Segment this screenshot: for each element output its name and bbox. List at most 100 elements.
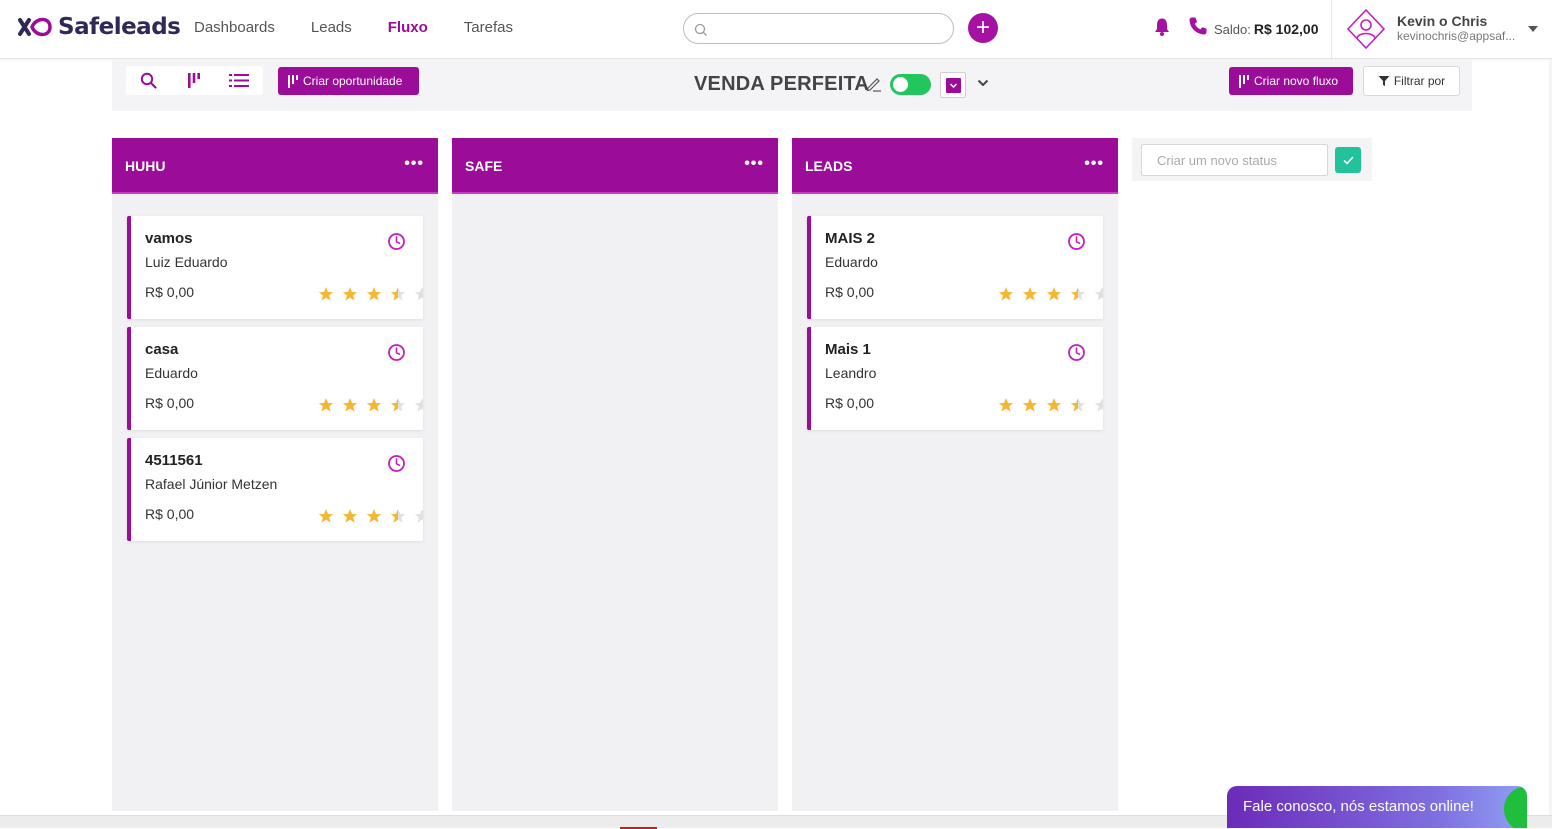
column-menu-button[interactable]: ••• bbox=[404, 155, 424, 173]
rating-stars[interactable] bbox=[998, 397, 1103, 413]
star-icon[interactable] bbox=[342, 286, 358, 302]
card-value: R$ 0,00 bbox=[825, 284, 875, 300]
search-icon bbox=[694, 23, 707, 36]
rating-stars[interactable] bbox=[998, 286, 1103, 302]
kanban-icon bbox=[1239, 74, 1249, 88]
filter-icon bbox=[1378, 76, 1390, 86]
clock-icon[interactable] bbox=[387, 232, 406, 251]
card-contact: Leandro bbox=[825, 365, 877, 381]
search-input[interactable] bbox=[683, 13, 954, 44]
user-name[interactable]: Kevin o Chris bbox=[1397, 13, 1487, 29]
rating-stars[interactable] bbox=[318, 397, 423, 413]
nav-item-fluxo[interactable]: Fluxo bbox=[388, 19, 428, 36]
main-nav: Dashboards Leads Fluxo Tarefas bbox=[194, 19, 549, 36]
star-icon[interactable] bbox=[366, 397, 382, 413]
rating-stars[interactable] bbox=[318, 508, 423, 524]
balance-label: Saldo: bbox=[1214, 22, 1251, 37]
column-menu-button[interactable]: ••• bbox=[744, 155, 764, 173]
card-contact: Rafael Júnior Metzen bbox=[145, 476, 278, 492]
star-icon[interactable] bbox=[998, 286, 1014, 302]
star-icon[interactable] bbox=[342, 397, 358, 413]
card-contact: Luiz Eduardo bbox=[145, 254, 228, 270]
star-icon[interactable] bbox=[366, 286, 382, 302]
check-icon bbox=[1342, 155, 1354, 165]
column-header: HUHU ••• bbox=[112, 138, 438, 194]
chat-widget[interactable]: Fale conosco, nós estamos online! bbox=[1227, 786, 1527, 828]
clock-icon[interactable] bbox=[1067, 232, 1086, 251]
flow-active-toggle[interactable] bbox=[890, 74, 931, 95]
star-icon[interactable] bbox=[390, 286, 406, 302]
card-title: MAIS 2 bbox=[825, 230, 876, 247]
star-icon[interactable] bbox=[390, 397, 406, 413]
color-picker[interactable] bbox=[940, 72, 966, 98]
star-icon[interactable] bbox=[1070, 286, 1086, 302]
rating-stars[interactable] bbox=[318, 286, 423, 302]
star-icon[interactable] bbox=[1046, 286, 1062, 302]
opportunity-card[interactable]: 4511561 Rafael Júnior Metzen R$ 0,00 bbox=[127, 438, 423, 541]
star-icon[interactable] bbox=[318, 508, 334, 524]
card-contact: Eduardo bbox=[145, 365, 198, 381]
chevron-down-icon[interactable] bbox=[1528, 26, 1538, 32]
opportunity-card[interactable]: casa Eduardo R$ 0,00 bbox=[127, 327, 423, 430]
card-value: R$ 0,00 bbox=[145, 506, 195, 522]
list-icon bbox=[228, 74, 249, 87]
brand-logo[interactable]: Safeleads bbox=[16, 12, 181, 42]
kanban-view-button[interactable] bbox=[171, 66, 216, 95]
star-icon[interactable] bbox=[414, 508, 423, 524]
chat-label: Fale conosco, nós estamos online! bbox=[1243, 798, 1474, 815]
pencil-icon[interactable] bbox=[865, 75, 882, 92]
star-icon[interactable] bbox=[1022, 286, 1038, 302]
list-view-button[interactable] bbox=[216, 66, 261, 95]
star-icon[interactable] bbox=[998, 397, 1014, 413]
add-button[interactable]: + bbox=[968, 13, 998, 43]
column-menu-button[interactable]: ••• bbox=[1084, 155, 1104, 173]
status-column-safe: SAFE ••• bbox=[452, 138, 778, 811]
new-status-input[interactable] bbox=[1141, 144, 1328, 176]
chevron-down-icon bbox=[949, 83, 958, 89]
search-icon bbox=[140, 72, 157, 89]
create-flow-label: Criar novo fluxo bbox=[1254, 74, 1339, 88]
nav-item-tarefas[interactable]: Tarefas bbox=[464, 19, 513, 36]
card-value: R$ 0,00 bbox=[145, 395, 195, 411]
star-icon[interactable] bbox=[414, 286, 423, 302]
balance-value: R$ 102,00 bbox=[1253, 21, 1319, 37]
star-icon[interactable] bbox=[318, 286, 334, 302]
view-switcher bbox=[126, 66, 263, 95]
star-icon[interactable] bbox=[1094, 397, 1103, 413]
star-icon[interactable] bbox=[318, 397, 334, 413]
confirm-status-button[interactable] bbox=[1335, 147, 1361, 173]
chevron-down-icon[interactable] bbox=[976, 76, 990, 90]
kanban-icon bbox=[288, 74, 298, 88]
create-opportunity-button[interactable]: Criar oportunidade bbox=[278, 67, 419, 95]
star-icon[interactable] bbox=[1046, 397, 1062, 413]
bell-icon[interactable] bbox=[1153, 17, 1171, 37]
avatar-icon[interactable] bbox=[1346, 8, 1386, 50]
search-view-button[interactable] bbox=[126, 66, 171, 95]
nav-item-leads[interactable]: Leads bbox=[311, 19, 352, 36]
column-title: LEADS bbox=[805, 158, 853, 174]
star-icon[interactable] bbox=[414, 397, 423, 413]
user-email: kevinochris@appsaf... bbox=[1397, 29, 1516, 43]
card-value: R$ 0,00 bbox=[825, 395, 875, 411]
balance: Saldo: R$ 102,00 bbox=[1214, 21, 1318, 37]
clock-icon[interactable] bbox=[1067, 343, 1086, 362]
create-flow-button[interactable]: Criar novo fluxo bbox=[1229, 67, 1353, 95]
clock-icon[interactable] bbox=[387, 343, 406, 362]
opportunity-card[interactable]: vamos Luiz Eduardo R$ 0,00 bbox=[127, 216, 423, 319]
opportunity-card[interactable]: MAIS 2 Eduardo R$ 0,00 bbox=[807, 216, 1103, 319]
phone-icon[interactable] bbox=[1188, 16, 1208, 36]
star-icon[interactable] bbox=[342, 508, 358, 524]
star-icon[interactable] bbox=[390, 508, 406, 524]
card-title: Mais 1 bbox=[825, 341, 871, 358]
logo-icon bbox=[18, 17, 52, 37]
nav-item-dashboards[interactable]: Dashboards bbox=[194, 19, 275, 36]
opportunity-card[interactable]: Mais 1 Leandro R$ 0,00 bbox=[807, 327, 1103, 430]
star-icon[interactable] bbox=[1094, 286, 1103, 302]
star-icon[interactable] bbox=[1070, 397, 1086, 413]
column-header: SAFE ••• bbox=[452, 138, 778, 194]
star-icon[interactable] bbox=[366, 508, 382, 524]
star-icon[interactable] bbox=[1022, 397, 1038, 413]
clock-icon[interactable] bbox=[387, 454, 406, 473]
status-column-leads: LEADS ••• MAIS 2 Eduardo R$ 0,00 Mais 1 … bbox=[792, 138, 1118, 811]
filter-button[interactable]: Filtrar por bbox=[1363, 66, 1460, 96]
